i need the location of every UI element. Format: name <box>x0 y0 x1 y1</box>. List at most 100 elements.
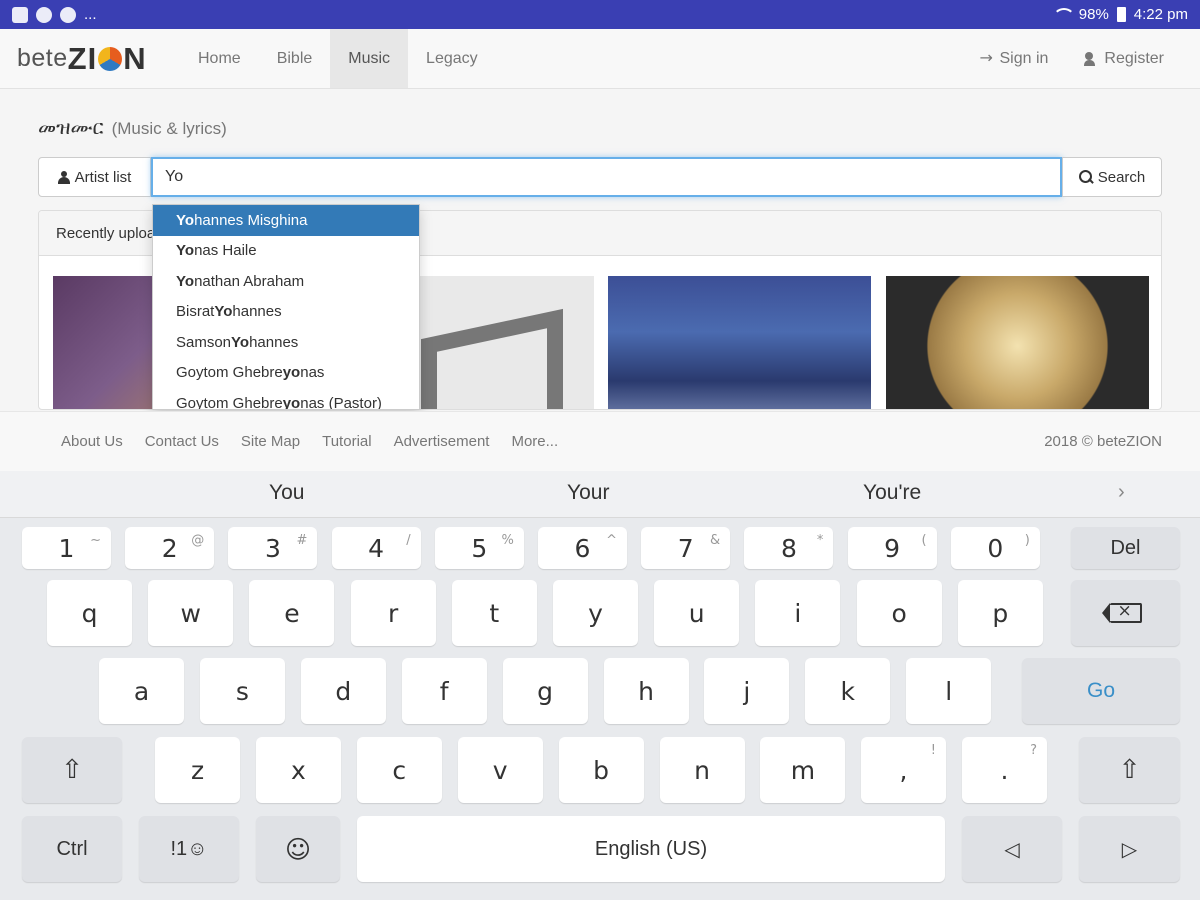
battery-level: 98% <box>1078 6 1109 23</box>
key-w[interactable]: w <box>148 580 234 646</box>
space-key[interactable]: English (US) <box>357 816 945 882</box>
key-6[interactable]: 6 ^ <box>538 527 627 569</box>
key-q[interactable]: q <box>47 580 132 646</box>
autocomplete-item-match: Yo <box>231 333 250 351</box>
album-cover[interactable] <box>886 276 1149 409</box>
sign-in-link[interactable]: Sign in <box>962 29 1067 88</box>
key-g[interactable]: g <box>502 658 588 724</box>
key-b-label: b <box>593 755 610 785</box>
key-z-label: z <box>190 755 205 785</box>
more-notifications: ... <box>84 6 97 23</box>
space-key-label: English (US) <box>594 837 708 860</box>
autocomplete-item-match: yo <box>282 364 301 382</box>
key-7[interactable]: 7 & <box>641 527 731 569</box>
key-5[interactable]: 5% <box>434 527 524 569</box>
key-k[interactable]: k <box>805 658 891 724</box>
footer-link-tutorial[interactable]: Tutorial <box>311 433 382 450</box>
cursor-left-key[interactable]: ◁ <box>962 816 1062 882</box>
register-link[interactable]: Register <box>1066 29 1182 88</box>
suggestion-1[interactable]: You <box>269 481 304 505</box>
key-t[interactable]: t <box>451 580 537 646</box>
ctrl-key[interactable]: Ctrl <box>22 816 122 882</box>
shift-key-left[interactable]: ⇧ <box>22 737 122 803</box>
key-8[interactable]: 8 * <box>744 527 834 569</box>
key-o[interactable]: o <box>856 580 942 646</box>
key-9[interactable]: 9( <box>847 527 937 569</box>
key-z[interactable]: z <box>155 737 240 803</box>
emoji-key[interactable]: ☺ <box>256 816 340 882</box>
key-comma[interactable]: !, <box>861 737 946 803</box>
key-j[interactable]: j <box>704 658 790 724</box>
key-e[interactable]: e <box>249 580 335 646</box>
key-y[interactable]: y <box>553 580 638 646</box>
key-v[interactable]: v <box>457 737 543 803</box>
chevron-right-icon[interactable]: › <box>1118 481 1125 504</box>
key-4[interactable]: 4/ <box>331 527 421 569</box>
key-y-label: y <box>588 598 603 628</box>
suggestion-3[interactable]: You're <box>863 481 921 505</box>
site-logo[interactable]: bete ZI N <box>0 29 180 88</box>
footer-link-sitemap[interactable]: Site Map <box>230 433 311 450</box>
key-n[interactable]: n <box>659 737 745 803</box>
autocomplete-item[interactable]: Yo nas Haile <box>153 236 419 267</box>
key-p[interactable]: p <box>957 580 1043 646</box>
search-button[interactable]: Search <box>1062 157 1162 197</box>
delete-key[interactable]: Del <box>1071 527 1180 569</box>
key-period[interactable]: ?. <box>962 737 1047 803</box>
search-input[interactable] <box>151 157 1062 197</box>
key-b[interactable]: b <box>558 737 644 803</box>
nav-link-legacy[interactable]: Legacy <box>408 29 496 88</box>
key-3[interactable]: 3 # <box>228 527 318 569</box>
key-i[interactable]: i <box>755 580 841 646</box>
key-x[interactable]: x <box>255 737 341 803</box>
nav-link-music[interactable]: Music <box>330 29 409 88</box>
key-6-alt-label: ^ <box>606 533 617 548</box>
key-r[interactable]: r <box>350 580 436 646</box>
autocomplete-item[interactable]: Bisrat Yo hannes <box>153 297 419 328</box>
key-c[interactable]: c <box>356 737 442 803</box>
key-s[interactable]: s <box>199 658 285 724</box>
sign-in-icon <box>980 48 996 67</box>
key-2[interactable]: 2 @ <box>125 527 215 569</box>
autocomplete-item-match: yo <box>282 394 301 410</box>
footer-link-contact[interactable]: Contact Us <box>134 433 230 450</box>
arrow-left-icon: ◁ <box>1004 837 1020 861</box>
autocomplete-item[interactable]: Goytom Ghebre yo nas (Pastor) <box>153 388 419 410</box>
backspace-key[interactable] <box>1071 580 1180 646</box>
key-0[interactable]: 0) <box>950 527 1040 569</box>
key-g-label: g <box>537 676 554 706</box>
shift-key-right[interactable]: ⇧ <box>1079 737 1180 803</box>
cursor-right-key[interactable]: ▷ <box>1079 816 1180 882</box>
album-cover[interactable] <box>608 276 871 409</box>
symbols-key[interactable]: !1☺ <box>139 816 239 882</box>
key-l[interactable]: l <box>906 658 992 724</box>
key-f[interactable]: f <box>401 658 487 724</box>
key-c-label: c <box>392 755 407 785</box>
key-w-label: w <box>180 598 201 628</box>
footer-link-more[interactable]: More... <box>500 433 569 450</box>
key-h[interactable]: h <box>603 658 689 724</box>
autocomplete-item[interactable]: Goytom Ghebre yo nas <box>153 358 419 389</box>
key-1[interactable]: 1 ~ <box>22 527 111 569</box>
autocomplete-item[interactable]: Yo nathan Abraham <box>153 266 419 297</box>
nav-link-bible[interactable]: Bible <box>259 29 331 88</box>
artist-list-button[interactable]: Artist list <box>38 157 151 197</box>
key-m[interactable]: m <box>760 737 846 803</box>
key-5-label: 5 <box>471 533 488 563</box>
key-d[interactable]: d <box>300 658 386 724</box>
key-a[interactable]: a <box>99 658 184 724</box>
footer-link-advertisement[interactable]: Advertisement <box>383 433 501 450</box>
autocomplete-item-text: nas (Pastor) <box>300 394 382 410</box>
nav-link-home[interactable]: Home <box>180 29 259 88</box>
page-subtitle: (Music & lyrics) <box>111 119 227 138</box>
autocomplete-item[interactable]: Samson Yo hannes <box>153 327 419 358</box>
go-key[interactable]: Go <box>1022 658 1180 724</box>
key-6-label: 6 <box>574 533 591 563</box>
key-u[interactable]: u <box>654 580 740 646</box>
shift-icon: ⇧ <box>61 755 83 785</box>
logo-text-bold-left: ZI <box>67 40 98 76</box>
suggestion-2[interactable]: Your <box>567 481 609 505</box>
key-2-alt-label: @ <box>191 533 205 548</box>
footer-link-about[interactable]: About Us <box>50 433 134 450</box>
autocomplete-item[interactable]: Yo hannes Misghina <box>153 205 419 236</box>
